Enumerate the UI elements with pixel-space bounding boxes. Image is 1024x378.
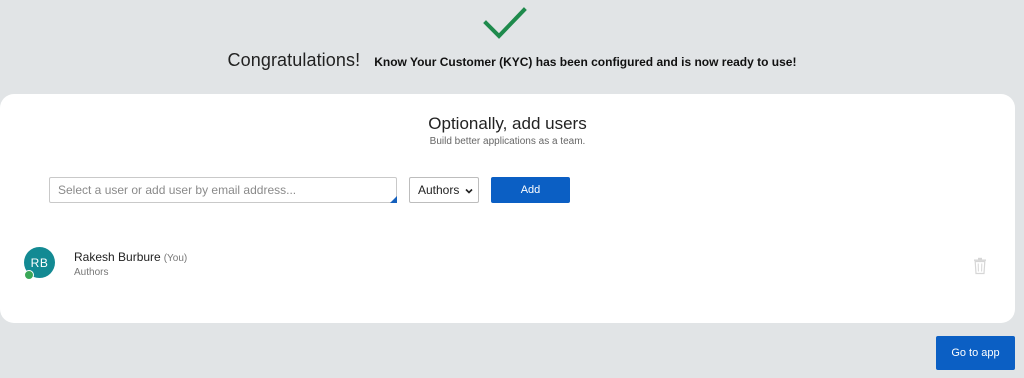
trash-icon[interactable] [972, 257, 988, 275]
user-name-row: Rakesh Burbure (You) [74, 250, 187, 264]
role-select-value: Authors [418, 183, 460, 197]
presence-status-indicator [24, 270, 34, 280]
add-user-button[interactable]: Add [491, 177, 570, 203]
go-to-app-button[interactable]: Go to app [936, 336, 1015, 370]
congratulations-title: Congratulations! [227, 50, 361, 70]
chevron-down-icon [464, 185, 474, 195]
checkmark-icon [482, 6, 528, 42]
user-name: Rakesh Burbure [74, 250, 161, 264]
success-banner: Congratulations! Know Your Customer (KYC… [0, 50, 1024, 74]
success-message: Know Your Customer (KYC) has been config… [374, 55, 797, 69]
add-users-heading: Optionally, add users [428, 114, 587, 133]
add-users-panel: Optionally, add users Build better appli… [0, 94, 1015, 323]
input-resize-handle[interactable] [390, 196, 397, 203]
add-users-subheading: Build better applications as a team. [429, 136, 586, 147]
user-role: Authors [74, 267, 109, 278]
role-select[interactable]: Authors [409, 177, 479, 203]
self-tag: (You) [163, 253, 188, 264]
user-search-input[interactable] [49, 177, 397, 203]
